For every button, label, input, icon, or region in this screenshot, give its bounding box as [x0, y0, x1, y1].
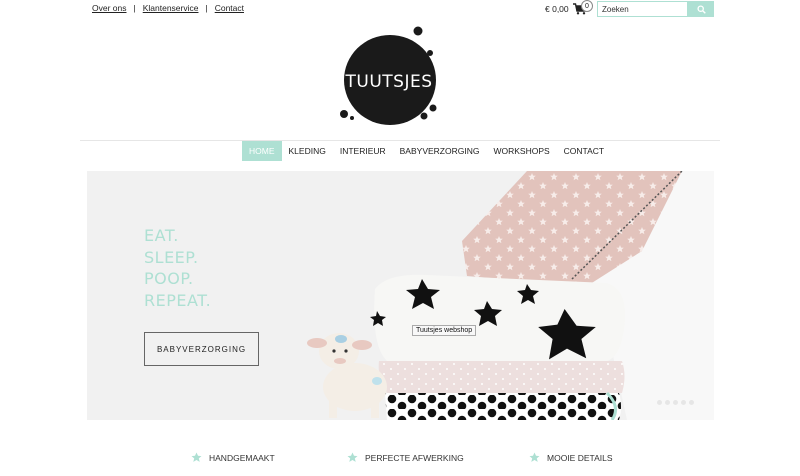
usp-bar: HANDGEMAAKT PERFECTE AFWERKING MOOIE DET…	[0, 452, 800, 468]
link-over-ons[interactable]: Over ons	[92, 3, 127, 13]
hero-tagline: EAT. SLEEP. POOP. REPEAT.	[144, 225, 211, 311]
usp-label: MOOIE DETAILS	[547, 452, 613, 463]
usp-item: HANDGEMAAKT	[191, 452, 275, 463]
usp-label: PERFECTE AFWERKING	[365, 452, 464, 463]
slider-dots	[657, 400, 694, 405]
search-button[interactable]	[688, 1, 714, 17]
usp-item: MOOIE DETAILS	[529, 452, 613, 463]
top-links: Over ons | Klantenservice | Contact	[92, 3, 244, 13]
babyverzorging-button[interactable]: BABYVERZORGING	[144, 332, 259, 366]
nav-item-interieur[interactable]: INTERIEUR	[333, 141, 393, 161]
cart-total: € 0,00	[545, 4, 569, 14]
logo-text: TUUTSJES	[345, 72, 433, 92]
star-icon	[191, 452, 202, 462]
main-nav: HOME KLEDING INTERIEUR BABYVERZORGING WO…	[0, 141, 800, 161]
nav-item-contact[interactable]: CONTACT	[557, 141, 611, 161]
separator: |	[205, 3, 208, 13]
separator: |	[133, 3, 136, 13]
search-form	[597, 1, 714, 17]
nav-item-kleding[interactable]: KLEDING	[282, 141, 333, 161]
nav-item-babyverzorging[interactable]: BABYVERZORGING	[393, 141, 487, 161]
tagline-line: POOP.	[144, 269, 194, 288]
usp-label: HANDGEMAAKT	[209, 452, 275, 463]
link-contact[interactable]: Contact	[215, 3, 244, 13]
tagline-line: EAT.	[144, 226, 179, 245]
tagline-line: SLEEP.	[144, 247, 199, 267]
hero-slider[interactable]: EAT. SLEEP. POOP. REPEAT. BABYVERZORGING…	[87, 171, 714, 420]
star-icon	[347, 452, 358, 462]
usp-item: PERFECTE AFWERKING	[347, 452, 464, 463]
top-bar: Over ons | Klantenservice | Contact € 0,00 0	[0, 0, 800, 20]
star-icon	[529, 452, 540, 462]
nav-item-workshops[interactable]: WORKSHOPS	[486, 141, 556, 161]
site-logo[interactable]: TUUTSJES	[336, 24, 442, 128]
link-klantenservice[interactable]: Klantenservice	[143, 3, 199, 13]
slider-dot[interactable]	[681, 400, 686, 405]
tooltip: Tuutsjes webshop	[412, 325, 477, 336]
slider-dot[interactable]	[665, 400, 670, 405]
tagline-line: REPEAT.	[144, 290, 212, 310]
slider-dot[interactable]	[689, 400, 694, 405]
slider-dot[interactable]	[657, 400, 662, 405]
search-icon	[696, 4, 706, 14]
cart-count-badge: 0	[581, 0, 593, 12]
search-input[interactable]	[597, 1, 688, 17]
slider-dot[interactable]	[673, 400, 678, 405]
nav-item-home[interactable]: HOME	[242, 141, 282, 161]
